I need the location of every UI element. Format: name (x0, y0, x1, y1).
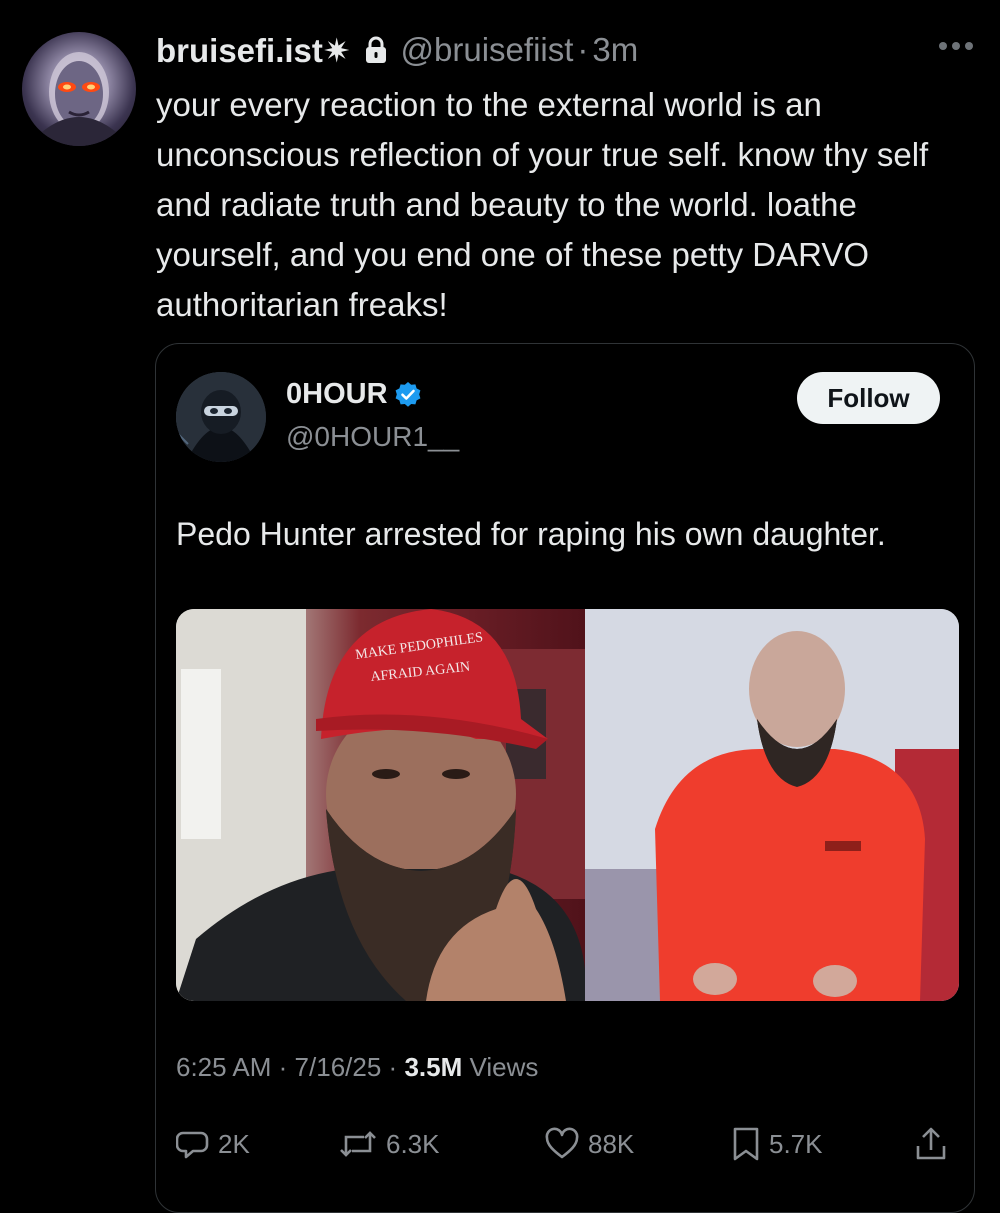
author-display-name[interactable]: bruisefi.ist✷ (156, 31, 351, 70)
tweet-meta: 6:25 AM · 7/16/25 · 3.5M Views (176, 1052, 538, 1083)
meta-separator-1: · (278, 1052, 288, 1082)
tweet-header: bruisefi.ist✷ @bruisefiist · 3m (156, 28, 638, 72)
photo-left-image: MAKE PEDOPHILES AFRAID AGAIN (176, 609, 585, 1001)
reply-button[interactable]: 2K (176, 1119, 250, 1169)
quoted-tweet-text: Pedo Hunter arrested for raping his own … (176, 516, 886, 552)
heart-icon (545, 1127, 579, 1159)
bookmark-button[interactable]: 5.7K (731, 1119, 823, 1169)
reply-icon (176, 1131, 209, 1159)
views-label: Views (469, 1052, 539, 1082)
quoted-handle[interactable]: @0HOUR1__ (286, 421, 459, 453)
reply-count: 2K (218, 1128, 250, 1159)
repost-icon (340, 1131, 376, 1157)
separator-dot: · (577, 31, 589, 68)
more-options-icon[interactable] (938, 40, 974, 52)
action-bar: 2K 6.3K 88K 5.7K (176, 1119, 959, 1169)
author-avatar[interactable] (22, 32, 136, 146)
meta-separator-2: · (388, 1052, 398, 1082)
repost-button[interactable]: 6.3K (338, 1119, 440, 1169)
lock-icon (365, 36, 386, 63)
verified-badge-icon (395, 381, 420, 407)
views-count: 3.5M (404, 1052, 463, 1082)
tweet-text: your every reaction to the external worl… (156, 86, 929, 323)
media-photo-right[interactable] (585, 609, 959, 1001)
repost-count: 6.3K (386, 1128, 440, 1159)
like-button[interactable]: 88K (544, 1119, 634, 1169)
photo-right-image (585, 609, 959, 1001)
quoted-media[interactable]: MAKE PEDOPHILES AFRAID AGAIN (176, 609, 959, 1001)
quoted-author-avatar[interactable] (176, 372, 266, 462)
post-time[interactable]: 6:25 AM (176, 1052, 271, 1082)
post-date[interactable]: 7/16/25 (295, 1052, 382, 1082)
avatar-image (42, 52, 116, 146)
quoted-avatar-image (176, 372, 266, 462)
like-count: 88K (588, 1128, 635, 1159)
bookmark-count: 5.7K (769, 1128, 823, 1159)
quoted-tweet-card[interactable]: 0HOUR @0HOUR1__ Follow Pedo Hunter arres… (155, 343, 975, 1213)
tweet-time[interactable]: 3m (592, 31, 638, 69)
share-icon (916, 1127, 946, 1160)
bookmark-icon (733, 1127, 759, 1161)
share-button[interactable] (914, 1119, 956, 1169)
author-handle[interactable]: @bruisefiist (401, 31, 574, 69)
quoted-name-row: 0HOUR (286, 378, 422, 411)
follow-button[interactable]: Follow (797, 372, 940, 424)
media-photo-left[interactable]: MAKE PEDOPHILES AFRAID AGAIN (176, 609, 585, 1001)
quoted-display-name[interactable]: 0HOUR (286, 378, 388, 411)
